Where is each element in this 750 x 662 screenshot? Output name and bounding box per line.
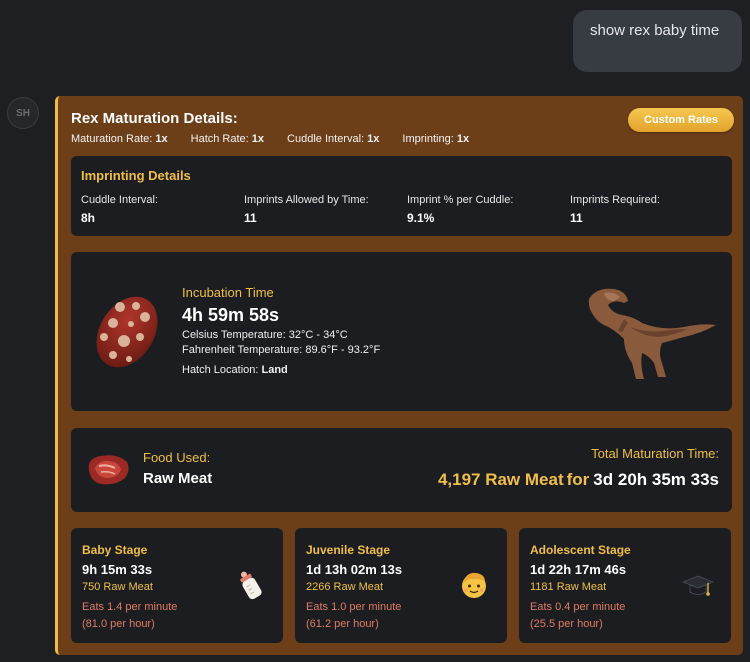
fahrenheit-value: 89.6°F - 93.2°F bbox=[305, 344, 381, 356]
rate-imprinting: Imprinting: 1x bbox=[402, 133, 469, 145]
rate-label: Imprinting: bbox=[402, 133, 454, 145]
fahrenheit-temperature: Fahrenheit Temperature: 89.6°F - 93.2°F bbox=[182, 344, 380, 356]
imprinting-panel: Imprinting Details Cuddle Interval: 8h I… bbox=[71, 156, 732, 236]
stage-eats-per-minute: Eats 0.4 per minute bbox=[530, 601, 626, 613]
stage-eats-per-hour: (25.5 per hour) bbox=[530, 618, 603, 630]
stage-time: 9h 15m 33s bbox=[82, 562, 153, 577]
fahrenheit-label: Fahrenheit Temperature: bbox=[182, 344, 303, 356]
baby-stage-panel: Baby Stage 9h 15m 33s 750 Raw Meat Eats … bbox=[71, 528, 283, 643]
egg-icon bbox=[91, 291, 163, 373]
rates-row: Maturation Rate: 1x Hatch Rate: 1x Cuddl… bbox=[71, 133, 492, 145]
custom-rates-button[interactable]: Custom Rates bbox=[628, 108, 734, 132]
imprinting-title: Imprinting Details bbox=[81, 168, 191, 183]
maturation-card: Rex Maturation Details: Maturation Rate:… bbox=[55, 96, 743, 655]
celsius-temperature: Celsius Temperature: 32°C - 34°C bbox=[182, 329, 380, 341]
rate-cuddle: Cuddle Interval: 1x bbox=[287, 133, 379, 145]
imprint-label: Cuddle Interval: bbox=[81, 194, 159, 206]
total-maturation-label: Total Maturation Time: bbox=[591, 446, 719, 461]
user-message-bubble: show rex baby time bbox=[573, 10, 742, 72]
imprint-percent-per-cuddle: Imprint % per Cuddle: 9.1% bbox=[407, 194, 513, 225]
adolescent-stage-panel: Adolescent Stage 1d 22h 17m 46s 1181 Raw… bbox=[519, 528, 731, 643]
bot-avatar-initials: SH bbox=[16, 107, 30, 119]
food-info: Food Used: Raw Meat bbox=[143, 450, 212, 487]
stage-eats-per-minute: Eats 1.0 per minute bbox=[306, 601, 402, 613]
incubation-time: 4h 59m 58s bbox=[182, 305, 280, 325]
juvenile-stage-panel: Juvenile Stage 1d 13h 02m 13s 2266 Raw M… bbox=[295, 528, 507, 643]
imprint-value: 11 bbox=[570, 211, 583, 225]
imprint-label: Imprints Allowed by Time: bbox=[244, 194, 369, 206]
rate-value: 1x bbox=[456, 133, 470, 145]
incubation-info: Incubation Time 4h 59m 58s Celsius Tempe… bbox=[182, 285, 380, 376]
celsius-label: Celsius Temperature: bbox=[182, 329, 286, 341]
food-label: Food Used: bbox=[143, 450, 211, 465]
for-text: for bbox=[566, 470, 590, 489]
stage-meat: 2266 Raw Meat bbox=[306, 581, 384, 593]
imprint-cuddle-interval: Cuddle Interval: 8h bbox=[81, 194, 158, 225]
rate-value: 1x bbox=[251, 133, 265, 145]
incubation-panel: Incubation Time 4h 59m 58s Celsius Tempe… bbox=[71, 252, 732, 411]
stage-eats-per-minute: Eats 1.4 per minute bbox=[82, 601, 178, 613]
graduation-cap-icon bbox=[681, 569, 715, 601]
stage-eats-per-hour: (81.0 per hour) bbox=[82, 618, 155, 630]
rate-value: 1x bbox=[155, 133, 168, 145]
stage-title: Juvenile Stage bbox=[306, 543, 391, 557]
rate-label: Cuddle Interval: bbox=[287, 133, 365, 145]
rate-label: Hatch Rate: bbox=[190, 133, 249, 145]
rex-icon bbox=[584, 279, 719, 385]
imprint-required: Imprints Required: 11 bbox=[570, 194, 660, 225]
celsius-value: 32°C - 34°C bbox=[288, 329, 348, 341]
baby-bottle-icon bbox=[234, 569, 266, 601]
imprint-value: 11 bbox=[244, 211, 257, 225]
imprint-value: 8h bbox=[81, 211, 96, 225]
raw-meat-icon bbox=[85, 452, 131, 488]
hatch-value: Land bbox=[261, 364, 288, 376]
imprint-label: Imprints Required: bbox=[570, 194, 660, 206]
user-message-text: show rex baby time bbox=[590, 22, 720, 39]
food-panel: Food Used: Raw Meat Total Maturation Tim… bbox=[71, 428, 732, 512]
incubation-label: Incubation Time bbox=[182, 285, 274, 300]
stage-time: 1d 13h 02m 13s bbox=[306, 562, 403, 577]
imprint-label: Imprint % per Cuddle: bbox=[407, 194, 514, 206]
rate-value: 1x bbox=[367, 133, 380, 145]
card-title: Rex Maturation Details: bbox=[71, 110, 238, 127]
stage-eats-per-hour: (61.2 per hour) bbox=[306, 618, 379, 630]
imprint-allowed-by-time: Imprints Allowed by Time: 11 bbox=[244, 194, 369, 225]
stage-time: 1d 22h 17m 46s bbox=[530, 562, 627, 577]
food-name: Raw Meat bbox=[143, 470, 213, 487]
hatch-location: Hatch Location: Land bbox=[182, 364, 380, 376]
rate-hatch: Hatch Rate: 1x bbox=[191, 133, 264, 145]
imprint-value: 9.1% bbox=[407, 211, 435, 225]
bot-avatar: SH bbox=[7, 97, 39, 129]
total-meat-amount: 4,197 Raw Meat bbox=[437, 470, 564, 489]
total-maturation-line: 4,197 Raw Meat for 3d 20h 35m 33s bbox=[438, 470, 719, 490]
hatch-label: Hatch Location: bbox=[182, 364, 259, 376]
rate-label: Maturation Rate: bbox=[71, 133, 153, 145]
child-face-icon bbox=[458, 569, 490, 601]
stage-title: Baby Stage bbox=[82, 543, 148, 557]
total-maturation-time: 3d 20h 35m 33s bbox=[593, 470, 719, 489]
stage-meat: 750 Raw Meat bbox=[82, 581, 153, 593]
rate-maturation: Maturation Rate: 1x bbox=[71, 133, 168, 145]
stage-meat: 1181 Raw Meat bbox=[530, 581, 607, 593]
stage-title: Adolescent Stage bbox=[530, 543, 631, 557]
